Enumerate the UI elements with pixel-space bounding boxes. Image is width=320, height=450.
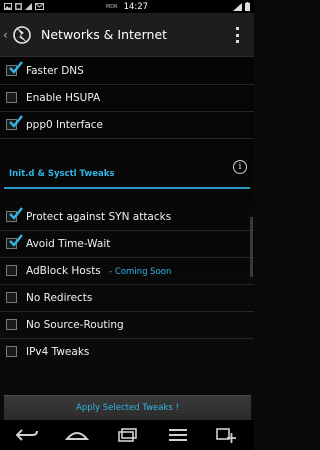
status-system-icons (233, 0, 250, 13)
apply-tweaks-button[interactable]: Apply Selected Tweaks ! (4, 395, 251, 420)
divider (0, 138, 254, 139)
checkbox[interactable] (6, 292, 17, 303)
info-icon[interactable]: i (233, 160, 247, 174)
back-icon[interactable] (14, 427, 40, 443)
screenshot-icon[interactable] (214, 427, 240, 443)
list-item-protect-syn[interactable]: Protect against SYN attacks (0, 203, 254, 230)
option-label: Avoid Time-Wait (26, 237, 111, 250)
checkbox[interactable] (6, 265, 17, 276)
coming-soon-badge: - Coming Soon (109, 266, 172, 277)
option-label: Protect against SYN attacks (26, 210, 172, 223)
scrollbar-thumb[interactable] (250, 217, 253, 277)
checkmark-icon (9, 234, 23, 247)
app-logo-icon[interactable] (11, 24, 33, 46)
clock: 14:27 (123, 1, 149, 12)
checkmark-icon (9, 61, 23, 74)
up-navigation-icon[interactable]: ‹ (3, 28, 11, 42)
option-label: ppp0 Interface (26, 118, 104, 131)
checkbox[interactable] (6, 207, 23, 222)
coming-soon-text: Coming Soon (114, 266, 172, 277)
carrier-label: MDR (105, 3, 118, 10)
battery-icon (245, 2, 250, 11)
checkmark-icon (9, 115, 23, 128)
section-header: Init.d & Sysctl Tweaks i (0, 158, 254, 189)
menu-icon[interactable] (165, 427, 191, 443)
home-icon[interactable] (64, 427, 90, 443)
checkbox[interactable] (6, 346, 17, 357)
list-item-no-redirects[interactable]: No Redirects (0, 284, 254, 311)
status-clock-group: MDR 14:27 (0, 0, 254, 13)
signal-strength-icon (233, 2, 242, 11)
option-label: No Redirects (26, 291, 93, 304)
checkbox[interactable] (6, 234, 23, 249)
option-label: Faster DNS (26, 64, 84, 77)
checkbox[interactable] (6, 115, 23, 130)
option-label: Enable HSUPA (26, 91, 101, 104)
navigation-bar (0, 420, 254, 450)
option-label: No Source-Routing (26, 318, 124, 331)
overflow-menu-icon[interactable] (235, 27, 239, 43)
recent-apps-icon[interactable] (114, 427, 140, 443)
list-item-adblock-hosts[interactable]: AdBlock Hosts - Coming Soon (0, 257, 254, 284)
list-item-faster-dns[interactable]: Faster DNS (0, 57, 254, 84)
settings-content: Faster DNS Enable HSUPA ppp0 Interface I… (0, 57, 254, 420)
checkmark-icon (9, 207, 23, 220)
option-label: AdBlock Hosts - Coming Soon (26, 265, 171, 277)
status-bar: MDR 14:27 (0, 0, 254, 13)
list-item-no-source-routing[interactable]: No Source-Routing (0, 311, 254, 338)
action-bar: ‹ Networks & Internet (0, 13, 254, 57)
checkbox[interactable] (6, 92, 17, 103)
list-item-enable-hsupa[interactable]: Enable HSUPA (0, 84, 254, 111)
page-title: Networks & Internet (41, 27, 168, 42)
section-divider (4, 187, 250, 189)
checkbox[interactable] (6, 319, 17, 330)
checkbox[interactable] (6, 61, 23, 76)
list-item-avoid-time-wait[interactable]: Avoid Time-Wait (0, 230, 254, 257)
option-label-text: AdBlock Hosts (26, 264, 101, 277)
list-item-ipv4-tweaks[interactable]: IPv4 Tweaks (0, 338, 254, 365)
section-title: Init.d & Sysctl Tweaks (9, 169, 115, 179)
option-label: IPv4 Tweaks (26, 345, 90, 358)
list-item-ppp0-interface[interactable]: ppp0 Interface (0, 111, 254, 138)
